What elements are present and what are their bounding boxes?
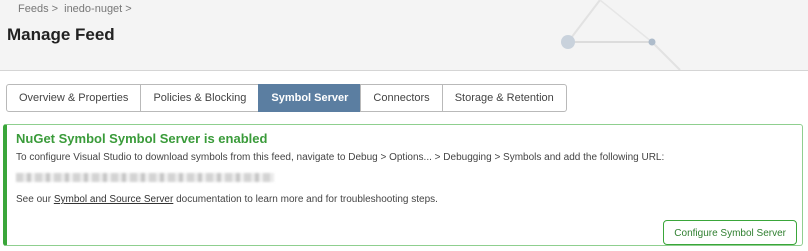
page-title: Manage Feed xyxy=(7,25,115,44)
symbol-source-server-link[interactable]: Symbol and Source Server xyxy=(54,194,174,205)
breadcrumb-feed-name[interactable]: inedo-nuget > xyxy=(64,3,132,15)
tab-symbol-server[interactable]: Symbol Server xyxy=(258,84,362,112)
documentation-note-suffix: documentation to learn more and for trou… xyxy=(173,194,438,205)
documentation-note: See our Symbol and Source Server documen… xyxy=(16,194,438,205)
configure-symbol-server-button[interactable]: Configure Symbol Server xyxy=(663,220,797,245)
tab-policies-blocking[interactable]: Policies & Blocking xyxy=(140,84,260,112)
tab-connectors[interactable]: Connectors xyxy=(360,84,443,112)
documentation-note-prefix: See our xyxy=(16,194,54,205)
feed-tabs: Overview & Properties Policies & Blockin… xyxy=(6,84,567,112)
page-header: Feeds > inedo-nuget > Manage Feed xyxy=(0,0,808,71)
panel-description: To configure Visual Studio to download s… xyxy=(16,152,665,163)
tab-overview-properties[interactable]: Overview & Properties xyxy=(6,84,142,112)
symbol-server-status-panel: NuGet Symbol Symbol Server is enabled To… xyxy=(3,124,803,246)
panel-title: NuGet Symbol Symbol Server is enabled xyxy=(16,131,268,146)
breadcrumb-feeds[interactable]: Feeds > xyxy=(18,3,58,15)
breadcrumb: Feeds > inedo-nuget > xyxy=(18,3,135,15)
decorative-network-graphic xyxy=(561,0,681,70)
symbol-server-url-redacted xyxy=(16,173,274,182)
tab-storage-retention[interactable]: Storage & Retention xyxy=(441,84,567,112)
